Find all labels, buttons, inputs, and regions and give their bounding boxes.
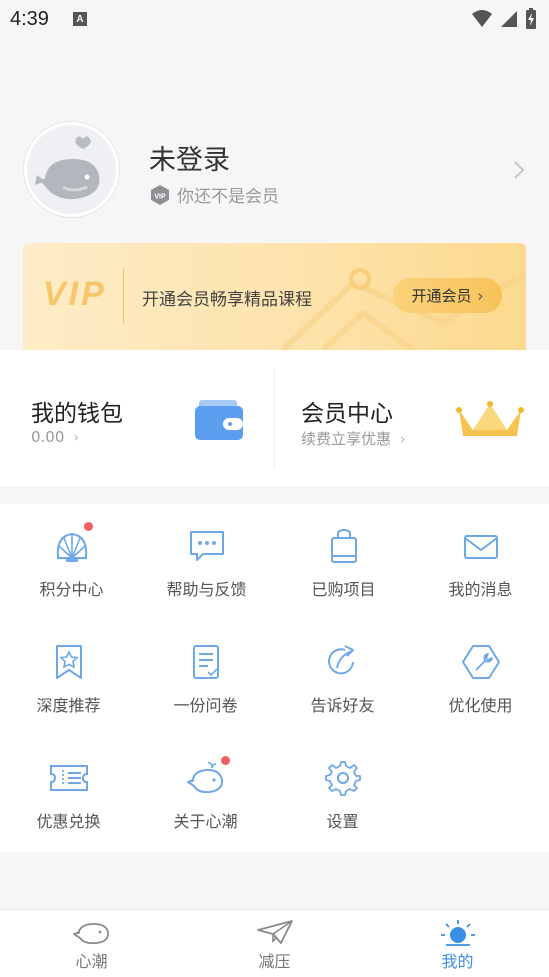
notification-dot: [220, 756, 230, 765]
wallet-icon: [195, 400, 243, 440]
envelope-icon: [461, 528, 501, 564]
username: 未登录: [149, 145, 230, 176]
grid-label: 设置: [326, 812, 359, 831]
grid-item-recommend[interactable]: 深度推荐: [0, 620, 137, 736]
tab-mine[interactable]: 我的: [366, 910, 549, 977]
tab-label: 我的: [441, 952, 474, 971]
tab-label: 心潮: [75, 952, 108, 971]
feature-grid: 积分中心 帮助与反馈 已购项目 我的消息 深度推荐 一份问卷 告诉好友 优化使用…: [0, 504, 549, 852]
profile-header[interactable]: 未登录 VIP 你还不是会员: [0, 120, 549, 220]
member-center-sub-row: 续费立享优惠 ›: [301, 428, 406, 449]
wallet-card[interactable]: 我的钱包 0.00 ›: [0, 350, 274, 486]
grid-label: 告诉好友: [310, 696, 375, 715]
wallet-balance-row: 0.00 ›: [31, 428, 79, 446]
questionnaire-icon: [186, 644, 226, 680]
member-center-subtitle: 续费立享优惠: [301, 430, 392, 448]
chevron-right-icon: ›: [477, 286, 484, 305]
wallet-member-row: 我的钱包 0.00 › 会员中心 续费立享优惠 ›: [0, 350, 549, 486]
notification-icon: A: [72, 12, 87, 26]
paper-plane-icon: [256, 920, 293, 944]
grid-item-settings[interactable]: 设置: [274, 736, 411, 852]
vip-promo-text: 开通会员畅享精品课程: [142, 290, 312, 310]
grid-item-purchased[interactable]: 已购项目: [275, 504, 412, 620]
notification-dot: [83, 522, 93, 531]
tab-label: 减压: [258, 952, 291, 971]
vip-badge-icon: VIP: [151, 184, 169, 205]
vip-status-row: VIP 你还不是会员: [149, 182, 279, 207]
vip-banner[interactable]: VIP 开通会员畅享精品课程 开通会员 ›: [23, 243, 526, 350]
grid-item-about[interactable]: 关于心潮: [137, 736, 274, 852]
avatar[interactable]: [24, 122, 119, 217]
gear-icon: [323, 760, 363, 796]
battery-icon: [526, 8, 536, 29]
vip-logo: VIP: [43, 275, 107, 313]
grid-label: 关于心潮: [173, 812, 238, 831]
chevron-right-icon: [514, 161, 525, 179]
whale-icon: [72, 923, 109, 945]
tab-xinchao[interactable]: 心潮: [0, 910, 183, 977]
grid-label: 已购项目: [311, 580, 376, 599]
wrench-icon: [461, 644, 501, 680]
grid-item-messages[interactable]: 我的消息: [412, 504, 549, 620]
svg-text:VIP: VIP: [154, 193, 166, 200]
tab-decompress[interactable]: 减压: [183, 910, 366, 977]
bookmark-star-icon: [49, 644, 89, 680]
signal-icon: [501, 11, 517, 27]
grid-label: 我的消息: [448, 580, 513, 599]
grid-label: 积分中心: [39, 580, 104, 599]
chevron-right-icon: ›: [399, 430, 406, 448]
share-icon: [323, 644, 363, 680]
grid-item-share[interactable]: 告诉好友: [274, 620, 411, 736]
open-membership-label: 开通会员: [411, 287, 472, 305]
grid-item-points-center[interactable]: 积分中心: [3, 504, 140, 620]
vip-status-text: 你还不是会员: [177, 187, 279, 207]
open-membership-button[interactable]: 开通会员 ›: [393, 278, 502, 313]
grid-item-coupon[interactable]: 优惠兑换: [0, 736, 137, 852]
member-center-card[interactable]: 会员中心 续费立享优惠 ›: [275, 350, 549, 486]
whale-icon: [186, 756, 230, 796]
grid-label: 深度推荐: [36, 696, 101, 715]
grid-label: 优化使用: [448, 696, 513, 715]
grid-item-help-feedback[interactable]: 帮助与反馈: [138, 504, 275, 620]
grid-label: 一份问卷: [173, 696, 238, 715]
status-icons: [471, 8, 537, 30]
grid-label: 优惠兑换: [36, 812, 101, 831]
status-time: 4:39: [10, 7, 49, 30]
sun-icon: [440, 920, 475, 946]
wallet-title: 我的钱包: [31, 401, 123, 427]
grid-label: 帮助与反馈: [166, 580, 247, 599]
wallet-balance: 0.00: [31, 428, 65, 446]
ticket-icon: [49, 760, 89, 796]
chevron-right-icon: ›: [73, 428, 80, 446]
wifi-icon: [472, 10, 492, 27]
member-center-title: 会员中心: [301, 401, 393, 427]
grid-item-optimize[interactable]: 优化使用: [412, 620, 549, 736]
whale-avatar-icon: [35, 136, 100, 200]
divider: [123, 268, 124, 324]
bottom-tab-bar: 心潮 减压 我的: [0, 909, 549, 977]
chat-bubble-icon: [187, 528, 227, 564]
shell-icon: [52, 522, 93, 564]
crown-icon: [456, 401, 524, 436]
shopping-bag-icon: [324, 528, 364, 564]
grid-item-questionnaire[interactable]: 一份问卷: [137, 620, 274, 736]
status-bar: 4:39 A: [0, 0, 549, 38]
